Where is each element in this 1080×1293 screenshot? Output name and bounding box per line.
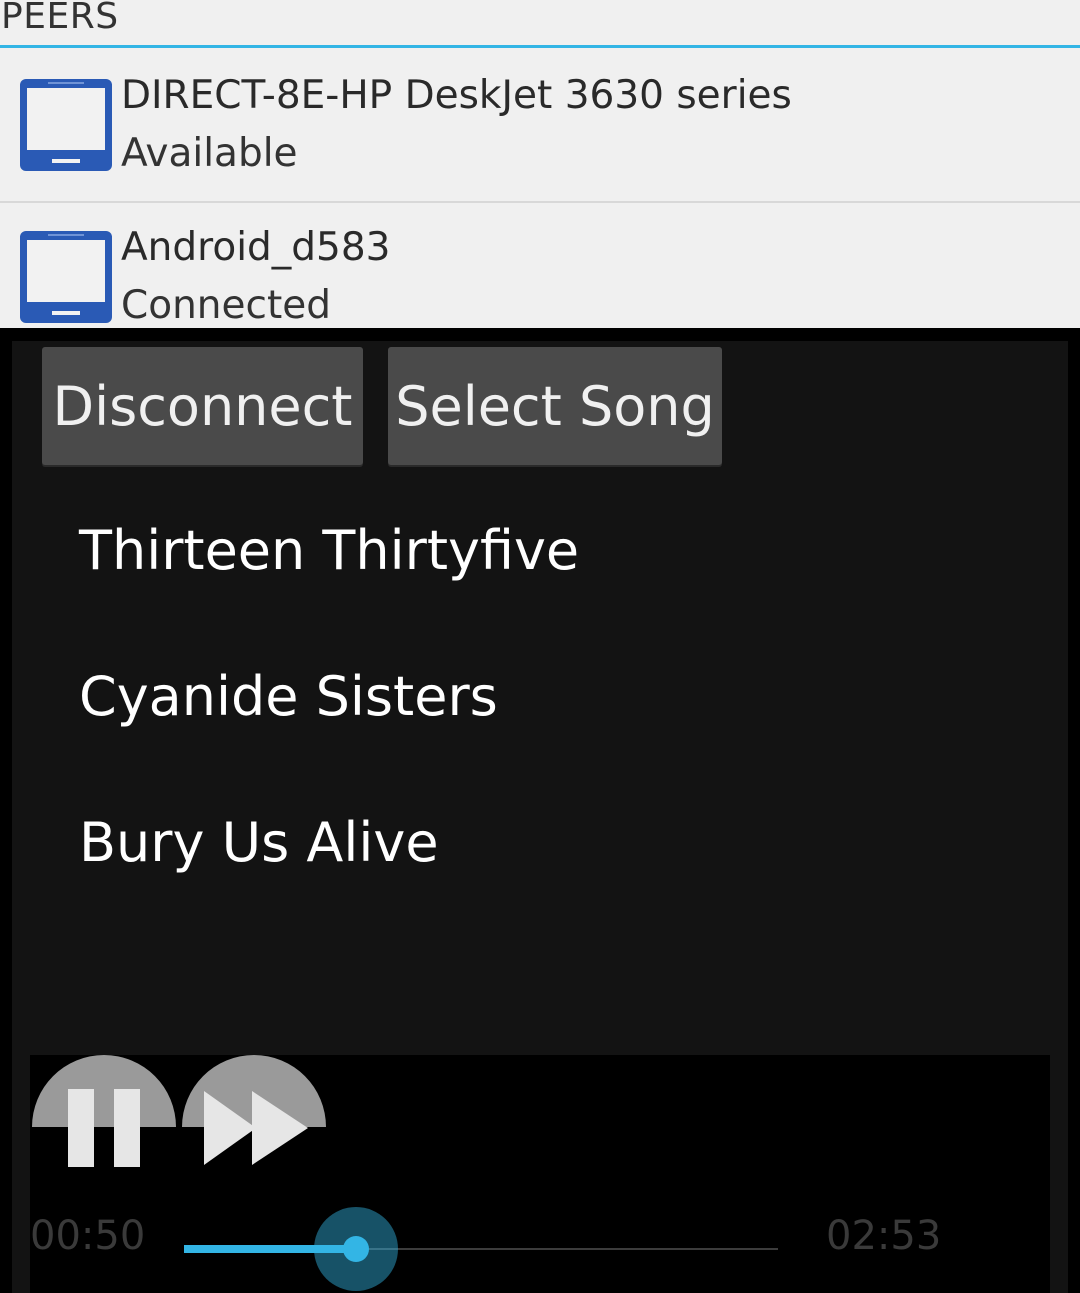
media-controller: 00:50 02:53 <box>30 1055 1050 1293</box>
peer-status: Available <box>121 131 298 176</box>
current-time: 00:50 <box>30 1213 146 1259</box>
pause-icon <box>32 1055 176 1167</box>
peers-header: PEERS <box>0 0 1080 48</box>
peers-header-title: PEERS <box>1 0 119 37</box>
total-time: 02:53 <box>826 1213 942 1259</box>
disconnect-button[interactable]: Disconnect <box>42 347 363 465</box>
seek-thumb[interactable] <box>343 1236 369 1262</box>
app-screen: PEERS DIRECT-8E-HP DeskJet 3630 series A… <box>0 0 1080 1293</box>
player-area: Disconnect Select Song Thirteen Thirtyfi… <box>12 341 1068 1293</box>
device-icon <box>20 79 112 171</box>
select-song-button[interactable]: Select Song <box>388 347 722 465</box>
seek-bar[interactable] <box>184 1205 778 1293</box>
fast-forward-icon <box>182 1055 326 1165</box>
device-icon <box>20 231 112 323</box>
peer-item[interactable]: DIRECT-8E-HP DeskJet 3630 series Availab… <box>0 49 1080 203</box>
song-list-item[interactable]: Cyanide Sisters <box>12 627 1068 773</box>
song-title: Bury Us Alive <box>79 811 439 874</box>
peer-item[interactable]: Android_d583 Connected <box>0 201 1080 328</box>
peers-panel: PEERS DIRECT-8E-HP DeskJet 3630 series A… <box>0 0 1080 328</box>
pause-button[interactable] <box>30 1055 178 1179</box>
song-title: Thirteen Thirtyfive <box>79 519 580 582</box>
peer-name: Android_d583 <box>121 225 391 270</box>
song-title: Cyanide Sisters <box>79 665 498 728</box>
fast-forward-button[interactable] <box>180 1055 328 1179</box>
peer-status: Connected <box>121 283 332 328</box>
song-list-item[interactable]: Bury Us Alive <box>12 773 1068 919</box>
song-list-item[interactable]: Thirteen Thirtyfive <box>12 481 1068 627</box>
peer-name: DIRECT-8E-HP DeskJet 3630 series <box>121 73 792 118</box>
